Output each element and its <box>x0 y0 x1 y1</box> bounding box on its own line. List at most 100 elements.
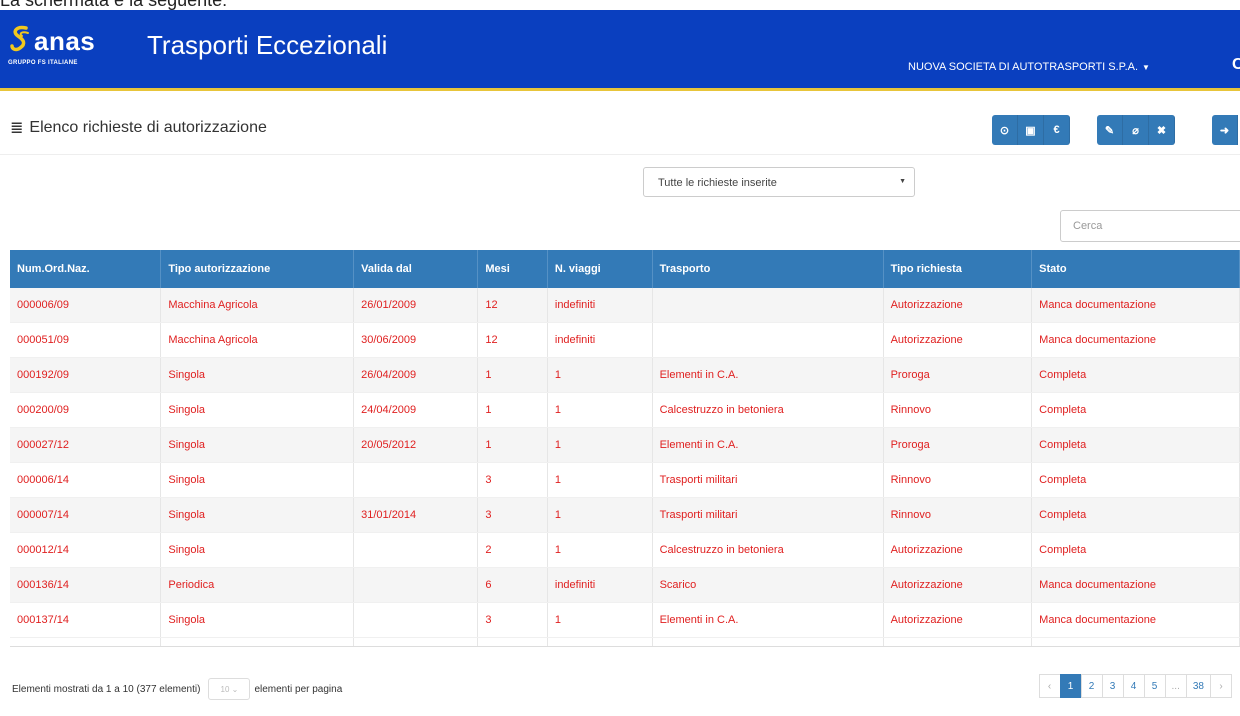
table-cell: 1 <box>547 357 653 393</box>
table-footer-cell <box>883 637 1033 647</box>
next-page-button[interactable]: › <box>1210 674 1232 698</box>
edit-button[interactable]: ✎ <box>1097 115 1123 145</box>
table-cell: Autorizzazione <box>883 567 1033 603</box>
table-cell: 30/06/2009 <box>353 322 479 358</box>
table-cell: Singola <box>160 602 355 638</box>
table-cell <box>353 567 479 603</box>
table-cell: 12 <box>477 322 548 358</box>
page-size-select[interactable]: 10 ⌄ <box>208 678 251 700</box>
request-filter-select[interactable]: Tutte le richieste inserite ▼ <box>643 167 915 197</box>
table-row[interactable]: 000006/14 Singola 3 1 Trasporti militari Rinn… <box>10 462 1240 498</box>
table-cell: 26/04/2009 <box>353 357 479 393</box>
table-row[interactable]: 000006/09 Macchina Agricola 26/01/2009 12 in… <box>10 288 1240 323</box>
table-cell: Macchina Agricola <box>160 288 355 323</box>
delete-button[interactable]: ✖ <box>1149 115 1175 145</box>
table-cell: 000192/09 <box>10 357 162 393</box>
table-cell: 000027/12 <box>10 427 162 463</box>
page-button[interactable]: 2 <box>1080 674 1103 698</box>
requests-table: Num.Ord.Naz. Tipo autorizzazione Valida da… <box>10 250 1240 647</box>
table-cell: Autorizzazione <box>883 532 1033 568</box>
top-navbar: anas GRUPPO FS ITALIANE Trasporti Eccezi… <box>0 10 1240 91</box>
anas-logo-mark-icon <box>10 25 29 52</box>
table-footer-row <box>10 637 1240 647</box>
table-row[interactable]: 000007/14 Singola 31/01/2014 3 1 Trasporti mi… <box>10 497 1240 533</box>
table-cell: 000012/14 <box>10 532 162 568</box>
column-header[interactable]: Tipo autorizzazione <box>160 250 355 288</box>
page-size-label: elementi per pagina <box>254 683 343 695</box>
table-footer-cell <box>1031 637 1240 647</box>
clock-button[interactable]: ⊙ <box>992 115 1018 145</box>
table-cell: Manca documentazione <box>1031 567 1240 603</box>
table-cell: Periodica <box>160 567 355 603</box>
column-header[interactable]: Num.Ord.Naz. <box>10 250 162 288</box>
table-footer-cell <box>547 637 653 647</box>
table-cell: 6 <box>477 567 548 603</box>
brand-subtitle: GRUPPO FS ITALIANE <box>8 60 78 66</box>
prev-page-button[interactable]: ‹ <box>1038 674 1061 698</box>
column-header[interactable]: Tipo richiesta <box>883 250 1033 288</box>
page-button[interactable]: 4 <box>1122 674 1145 698</box>
table-cell: indefiniti <box>547 567 653 603</box>
page-button[interactable]: 5 <box>1143 674 1166 698</box>
table-cell: 1 <box>477 392 548 428</box>
anas-logo[interactable]: anas GRUPPO FS ITALIANE <box>8 24 98 70</box>
column-header[interactable]: Trasporto <box>652 250 884 288</box>
table-row[interactable]: 000192/09 Singola 26/04/2009 1 1 Elementi in … <box>10 357 1240 393</box>
column-header[interactable]: Valida dal <box>353 250 479 288</box>
table-cell: 1 <box>477 357 548 393</box>
table-footer-cell <box>160 637 355 647</box>
table-cell: Proroga <box>883 427 1033 463</box>
table-cell: Completa <box>1031 462 1240 498</box>
table-cell: Proroga <box>883 357 1033 393</box>
table-cell <box>353 602 479 638</box>
page-ellipsis[interactable]: ... <box>1164 674 1187 698</box>
toolbar-group-3: ➜ <box>1212 115 1238 145</box>
table-cell: Autorizzazione <box>883 602 1033 638</box>
table-row[interactable]: 000051/09 Macchina Agricola 30/06/2009 12 in… <box>10 322 1240 358</box>
table-cell: 12 <box>477 288 548 323</box>
table-row[interactable]: 000012/14 Singola 2 1 Calcestruzzo in betoni… <box>10 532 1240 568</box>
table-cell: Singola <box>160 462 355 498</box>
table-cell: Rinnovo <box>883 462 1033 498</box>
table-cell: 000006/14 <box>10 462 162 498</box>
table-cell: 000006/09 <box>10 288 162 323</box>
attach-button[interactable]: ⌀ <box>1123 115 1149 145</box>
page-button[interactable]: 1 <box>1059 674 1082 698</box>
table-cell: indefiniti <box>547 288 653 323</box>
table-footer-cell <box>477 637 548 647</box>
table-cell: 1 <box>547 427 653 463</box>
page-button[interactable]: 38 <box>1185 674 1211 698</box>
table-body: 000006/09 Macchina Agricola 26/01/2009 12 in… <box>10 288 1240 638</box>
column-header[interactable]: Mesi <box>477 250 548 288</box>
table-row[interactable]: 000027/12 Singola 20/05/2012 1 1 Elementi in … <box>10 427 1240 463</box>
logout-button[interactable]: ➜ <box>1212 115 1238 145</box>
table-cell <box>353 462 479 498</box>
euro-button[interactable]: € <box>1044 115 1070 145</box>
table-cell: Trasporti militari <box>652 462 884 498</box>
column-header[interactable]: N. viaggi <box>547 250 653 288</box>
page-size-value: 10 <box>220 684 230 694</box>
company-dropdown[interactable]: NUOVA SOCIETA DI AUTOTRASPORTI S.P.A. ▼ <box>908 61 1150 73</box>
table-cell <box>652 288 884 323</box>
table-cell: Manca documentazione <box>1031 288 1240 323</box>
table-cell: Completa <box>1031 427 1240 463</box>
page-button[interactable]: 3 <box>1101 674 1124 698</box>
user-icon[interactable]: C <box>1232 56 1240 74</box>
pdf-button[interactable]: ▣ <box>1018 115 1044 145</box>
table-row[interactable]: 000200/09 Singola 24/04/2009 1 1 Calcestruzzo… <box>10 392 1240 428</box>
table-cell: 1 <box>547 462 653 498</box>
table-row[interactable]: 000136/14 Periodica 6 indefiniti Scarico Auto… <box>10 567 1240 603</box>
app-title: Trasporti Eccezionali <box>147 30 388 60</box>
search-input[interactable]: Cerca <box>1060 210 1240 242</box>
table-cell: Singola <box>160 497 355 533</box>
chevron-down-icon: ⌄ <box>231 684 239 694</box>
table-cell: 26/01/2009 <box>353 288 479 323</box>
company-name: NUOVA SOCIETA DI AUTOTRASPORTI S.P.A. <box>908 61 1139 73</box>
column-header[interactable]: Stato <box>1031 250 1240 288</box>
table-cell: 1 <box>547 602 653 638</box>
table-row[interactable]: 000137/14 Singola 3 1 Elementi in C.A. Autori… <box>10 602 1240 638</box>
table-footer-cell <box>353 637 479 647</box>
table-cell: 1 <box>547 497 653 533</box>
table-cell: Calcestruzzo in betoniera <box>652 532 884 568</box>
caret-down-icon: ▼ <box>1142 63 1150 72</box>
